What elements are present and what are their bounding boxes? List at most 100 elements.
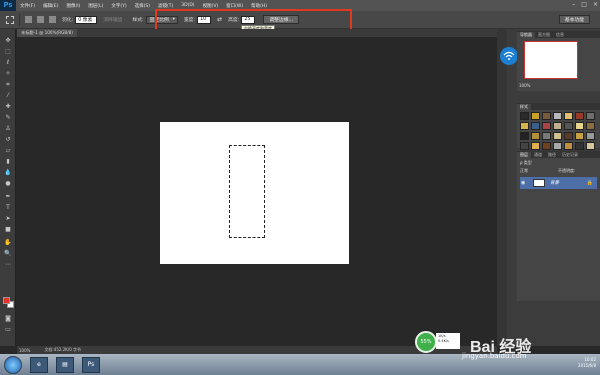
menu-view[interactable]: 视图(V) — [199, 3, 223, 9]
pen-tool-icon[interactable]: ✒ — [4, 193, 12, 200]
magic-wand-tool-icon[interactable]: ✧ — [4, 70, 12, 77]
style-swatch[interactable] — [542, 112, 551, 120]
style-swatch[interactable] — [564, 142, 573, 150]
more-tools-icon[interactable]: ⋯ — [4, 261, 12, 268]
menu-filter[interactable]: 滤镜(T) — [154, 3, 177, 9]
document-tab-row: 未标题-1 @ 100%(RGB/8) — [17, 29, 497, 37]
subtract-selection-icon[interactable] — [49, 16, 56, 23]
tab-info[interactable]: 信息 — [553, 32, 567, 38]
style-swatch[interactable] — [575, 122, 584, 130]
photoshop-taskbar-icon[interactable]: Ps — [82, 356, 100, 373]
style-swatch[interactable] — [531, 112, 540, 120]
style-swatch[interactable] — [564, 132, 573, 140]
layer-blend-row: 正常 不透明度: — [517, 168, 600, 174]
style-swatch[interactable] — [520, 122, 529, 130]
style-swatch[interactable] — [531, 142, 540, 150]
blend-mode-select[interactable]: 正常 — [520, 168, 528, 174]
layer-name: 背景 — [550, 181, 559, 186]
add-selection-icon[interactable] — [37, 16, 44, 23]
status-doc-size[interactable]: 文档:452.2K/0 字节 — [44, 347, 81, 353]
style-swatch[interactable] — [575, 142, 584, 150]
zoom-tool-icon[interactable]: 🔍 — [4, 250, 12, 257]
shape-tool-icon[interactable]: ■ — [4, 226, 12, 233]
menu-window[interactable]: 窗口(W) — [222, 3, 247, 9]
ie-taskbar-icon[interactable]: e — [30, 356, 48, 373]
dodge-tool-icon[interactable]: ● — [4, 180, 12, 187]
move-tool-icon[interactable]: ✥ — [4, 37, 12, 44]
screen-mode-icon[interactable]: ▭ — [4, 326, 12, 333]
menu-3d[interactable]: 3D(D) — [177, 3, 198, 8]
menu-type[interactable]: 文字(Y) — [107, 3, 130, 9]
start-button[interactable] — [4, 355, 22, 374]
menu-select[interactable]: 选择(S) — [131, 3, 154, 9]
style-swatch[interactable] — [553, 122, 562, 130]
gradient-tool-icon[interactable]: ▮ — [4, 158, 12, 165]
maximize-icon[interactable]: □ — [581, 1, 587, 8]
lasso-tool-icon[interactable]: ℓ — [4, 59, 12, 66]
style-swatch[interactable] — [520, 112, 529, 120]
menu-file[interactable]: 文件(F) — [16, 3, 39, 9]
style-swatch[interactable] — [564, 112, 573, 120]
new-selection-icon[interactable] — [25, 16, 32, 23]
style-swatch[interactable] — [520, 142, 529, 150]
tab-layers[interactable]: 图层 — [517, 151, 531, 158]
network-speed-badge[interactable]: 55% — [415, 331, 437, 353]
layer-row-background[interactable]: ◉ 背景 🔒 — [520, 177, 597, 189]
style-swatch[interactable] — [542, 132, 551, 140]
folder-taskbar-icon[interactable]: ▤ — [56, 356, 74, 373]
style-swatch[interactable] — [564, 122, 573, 130]
visibility-eye-icon[interactable]: ◉ — [521, 180, 527, 186]
style-swatch[interactable] — [586, 142, 595, 150]
foreground-color-swatch[interactable] — [3, 297, 10, 304]
antialias-checkbox[interactable]: 消除锯齿 — [103, 16, 122, 23]
path-selection-tool-icon[interactable]: ➤ — [4, 215, 12, 222]
style-swatch[interactable] — [531, 122, 540, 130]
tab-styles[interactable]: 样式 — [517, 103, 531, 110]
style-swatch[interactable] — [542, 142, 551, 150]
layer-kind-filter[interactable]: ρ 类型 — [517, 160, 600, 166]
style-swatch[interactable] — [586, 112, 595, 120]
eraser-tool-icon[interactable]: ▱ — [4, 147, 12, 154]
minimize-icon[interactable]: – — [572, 1, 575, 8]
history-brush-tool-icon[interactable]: ↺ — [4, 136, 12, 143]
tab-channels[interactable]: 通道 — [531, 152, 545, 158]
status-zoom[interactable]: 100% — [19, 348, 30, 353]
style-swatch[interactable] — [553, 142, 562, 150]
close-icon[interactable]: × — [593, 1, 598, 8]
style-swatch[interactable] — [553, 132, 562, 140]
style-swatch[interactable] — [586, 122, 595, 130]
eyedropper-tool-icon[interactable]: ⁄ — [4, 92, 12, 99]
rect-marquee-tool-icon[interactable]: ⬚ — [4, 48, 12, 55]
style-swatch[interactable] — [520, 132, 529, 140]
healing-brush-tool-icon[interactable]: ✚ — [4, 103, 12, 110]
style-swatch[interactable] — [531, 132, 540, 140]
tab-navigator[interactable]: 导航器 — [517, 31, 535, 38]
style-swatch[interactable] — [575, 112, 584, 120]
brush-tool-icon[interactable]: ✎ — [4, 114, 12, 121]
crop-tool-icon[interactable]: ⌗ — [4, 81, 12, 88]
clone-stamp-tool-icon[interactable]: ♙ — [4, 125, 12, 132]
style-swatch[interactable] — [586, 132, 595, 140]
quick-mask-icon[interactable]: ◙ — [4, 315, 12, 322]
menu-image[interactable]: 图像(I) — [62, 3, 84, 9]
feather-input[interactable]: 0 像素 — [75, 15, 98, 24]
tab-paths[interactable]: 路径 — [545, 152, 559, 158]
type-tool-icon[interactable]: T — [4, 204, 12, 211]
style-swatch[interactable] — [553, 112, 562, 120]
workspace-select[interactable]: 基本功能 — [558, 15, 590, 24]
navigator-tabs: 导航器 直方图 信息 — [517, 31, 600, 38]
divider — [19, 13, 20, 26]
menu-help[interactable]: 帮助(H) — [247, 3, 271, 9]
menu-edit[interactable]: 编辑(E) — [39, 3, 62, 9]
hand-tool-icon[interactable]: ✋ — [4, 239, 12, 246]
document-tab[interactable]: 未标题-1 @ 100%(RGB/8) — [17, 29, 77, 37]
navigator-thumbnail[interactable] — [524, 41, 578, 79]
style-swatch[interactable] — [542, 122, 551, 130]
marquee-tool-icon[interactable] — [6, 15, 14, 24]
tab-history[interactable]: 历史记录 — [559, 152, 581, 158]
navigator-zoom[interactable]: 100% — [519, 83, 530, 88]
style-swatch[interactable] — [575, 132, 584, 140]
tab-histogram[interactable]: 直方图 — [535, 32, 553, 38]
menu-layer[interactable]: 图层(L) — [84, 3, 107, 9]
blur-tool-icon[interactable]: 💧 — [4, 169, 12, 176]
